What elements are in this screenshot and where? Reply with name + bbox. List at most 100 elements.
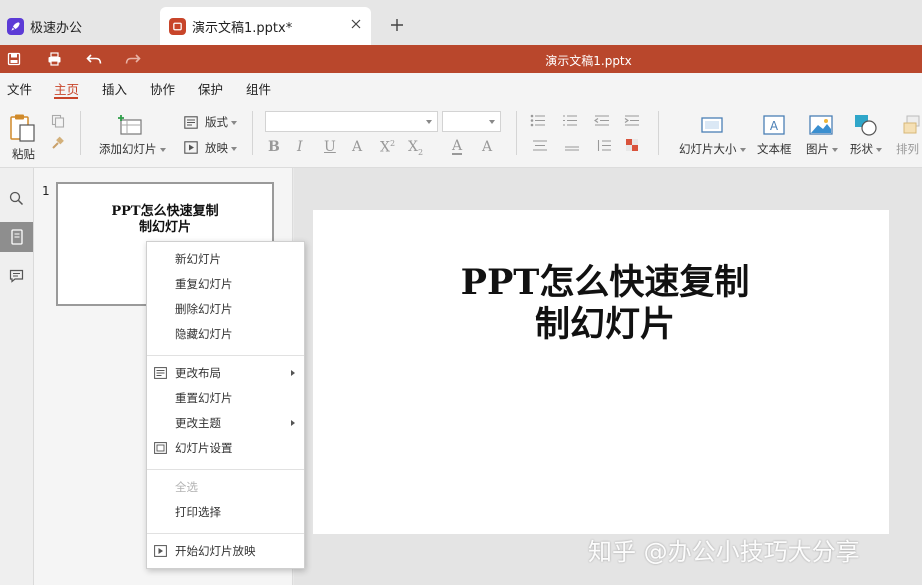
- tab-home[interactable]: 极速办公: [0, 7, 150, 45]
- layout-icon: [154, 367, 167, 379]
- slide-size-button[interactable]: 幻灯片大小: [679, 141, 746, 157]
- layout-icon[interactable]: [183, 114, 199, 130]
- image-icon[interactable]: [808, 114, 834, 136]
- watermark: 知乎 @办公小技巧大分享: [588, 538, 860, 566]
- menu-item-delete-slide[interactable]: 删除幻灯片: [147, 298, 304, 320]
- slide-title-line: PPT怎么快速复制: [460, 262, 750, 303]
- menu-item-select-all[interactable]: 全选: [147, 476, 304, 498]
- menu-separator: [147, 533, 304, 534]
- tab-document[interactable]: 演示文稿1.pptx*: [160, 7, 371, 45]
- strikethrough-icon[interactable]: A: [352, 139, 362, 155]
- presentation-icon: [169, 17, 186, 35]
- menu-item-label: 打印选择: [175, 505, 221, 519]
- close-icon[interactable]: [349, 17, 363, 31]
- tab-bar: 极速办公 演示文稿1.pptx*: [0, 0, 922, 45]
- underline-icon[interactable]: U: [324, 139, 336, 155]
- menu-file[interactable]: 文件: [7, 79, 32, 98]
- menu-item-label: 重置幻灯片: [175, 391, 233, 405]
- slide[interactable]: PPT怎么快速复制 制幻灯片: [313, 210, 889, 534]
- superscript-icon[interactable]: X2: [380, 139, 395, 156]
- slide-title-line: 制幻灯片: [534, 304, 675, 345]
- ribbon-separator: [80, 111, 81, 155]
- menu-item-print-selection[interactable]: 打印选择: [147, 501, 304, 523]
- menu-separator: [147, 355, 304, 356]
- active-menu-underline: [54, 97, 78, 99]
- menu-item-label: 更改布局: [175, 366, 221, 380]
- menu-collaborate[interactable]: 协作: [150, 79, 175, 98]
- copy-icon[interactable]: [50, 113, 66, 129]
- font-color-icon[interactable]: A: [452, 139, 463, 155]
- menu-item-label: 删除幻灯片: [175, 302, 233, 316]
- menu-item-label: 更改主题: [175, 416, 221, 430]
- play-icon[interactable]: [183, 139, 199, 155]
- line-spacing-icon[interactable]: [594, 138, 614, 152]
- chevron-right-icon: [291, 420, 295, 426]
- slides-panel-icon[interactable]: [0, 222, 33, 252]
- numbered-list-icon[interactable]: [562, 113, 578, 127]
- menu-item-change-theme[interactable]: 更改主题: [147, 412, 304, 434]
- thumbnail-title: PPT怎么快速复制 制幻灯片: [58, 204, 272, 236]
- decrease-indent-icon[interactable]: [594, 113, 610, 127]
- clear-format-icon[interactable]: A: [482, 139, 492, 155]
- menu-home[interactable]: 主页: [54, 79, 79, 98]
- comment-icon[interactable]: [0, 261, 33, 291]
- arrange-button[interactable]: 排列: [896, 141, 919, 157]
- subscript-icon[interactable]: X2: [408, 139, 423, 157]
- align-icon[interactable]: [530, 138, 550, 152]
- menu-item-label: 隐藏幻灯片: [175, 327, 233, 341]
- menu-protect[interactable]: 保护: [198, 79, 223, 98]
- ribbon-separator: [658, 111, 659, 155]
- menu-item-slide-settings[interactable]: 幻灯片设置: [147, 437, 304, 459]
- bullet-list-icon[interactable]: [530, 113, 546, 127]
- tab-document-label: 演示文稿1.pptx*: [192, 20, 293, 36]
- paste-icon[interactable]: [8, 113, 38, 143]
- shape-icon[interactable]: [853, 113, 879, 137]
- layout-button[interactable]: 版式: [205, 114, 237, 130]
- arrange-icon[interactable]: [902, 115, 922, 135]
- slide-settings-icon: [154, 442, 167, 454]
- left-rail: [0, 168, 34, 585]
- menu-insert[interactable]: 插入: [102, 79, 127, 98]
- thumbnail-title-line: 制幻灯片: [138, 220, 191, 235]
- image-button[interactable]: 图片: [806, 141, 838, 157]
- vertical-align-icon[interactable]: [562, 138, 582, 152]
- increase-indent-icon[interactable]: [624, 113, 640, 127]
- font-name-select[interactable]: [265, 111, 438, 132]
- menu-item-reset-slide[interactable]: 重置幻灯片: [147, 387, 304, 409]
- slide-canvas: PPT怎么快速复制 制幻灯片: [294, 168, 922, 585]
- textbox-button[interactable]: 文本框: [757, 141, 792, 157]
- menu-item-new-slide[interactable]: 新幻灯片: [147, 248, 304, 270]
- font-size-select[interactable]: [442, 111, 501, 132]
- slide-size-icon[interactable]: [700, 115, 724, 135]
- menu-item-start-slideshow[interactable]: 开始幻灯片放映: [147, 540, 304, 562]
- menu-separator: [147, 469, 304, 470]
- rocket-icon: [7, 17, 24, 35]
- shape-fill-icon[interactable]: [624, 137, 640, 153]
- menu-item-duplicate-slide[interactable]: 重复幻灯片: [147, 273, 304, 295]
- ribbon-separator: [252, 111, 253, 155]
- plus-icon[interactable]: [388, 16, 406, 34]
- menu-item-change-layout[interactable]: 更改布局: [147, 362, 304, 384]
- thumbnail-title-line: PPT怎么快速复制: [111, 204, 219, 219]
- add-slide-label[interactable]: 添加幻灯片: [99, 141, 166, 157]
- shape-button[interactable]: 形状: [850, 141, 882, 157]
- menu-item-label: 幻灯片设置: [175, 441, 233, 455]
- paste-label[interactable]: 粘贴: [12, 146, 35, 162]
- textbox-icon[interactable]: A: [762, 114, 786, 136]
- play-icon: [154, 545, 167, 557]
- menu-item-label: 重复幻灯片: [175, 277, 233, 291]
- italic-icon[interactable]: I: [297, 139, 303, 155]
- thumbnail-number: 1: [42, 184, 50, 198]
- title-bar: 演示文稿1.pptx: [0, 45, 922, 73]
- search-icon[interactable]: [0, 183, 33, 213]
- svg-text:A: A: [770, 119, 779, 133]
- chevron-down-icon: [426, 120, 432, 124]
- format-painter-icon[interactable]: [50, 135, 66, 151]
- play-button[interactable]: 放映: [205, 140, 237, 156]
- add-slide-icon[interactable]: [115, 113, 145, 137]
- ribbon: 文件 主页 插入 协作 保护 组件 粘贴 添加幻灯片 版式 放映 B I U A…: [0, 73, 922, 168]
- bold-icon[interactable]: B: [268, 139, 280, 155]
- menu-item-hide-slide[interactable]: 隐藏幻灯片: [147, 323, 304, 345]
- menu-components[interactable]: 组件: [246, 79, 271, 98]
- slide-title[interactable]: PPT怎么快速复制 制幻灯片: [313, 262, 889, 346]
